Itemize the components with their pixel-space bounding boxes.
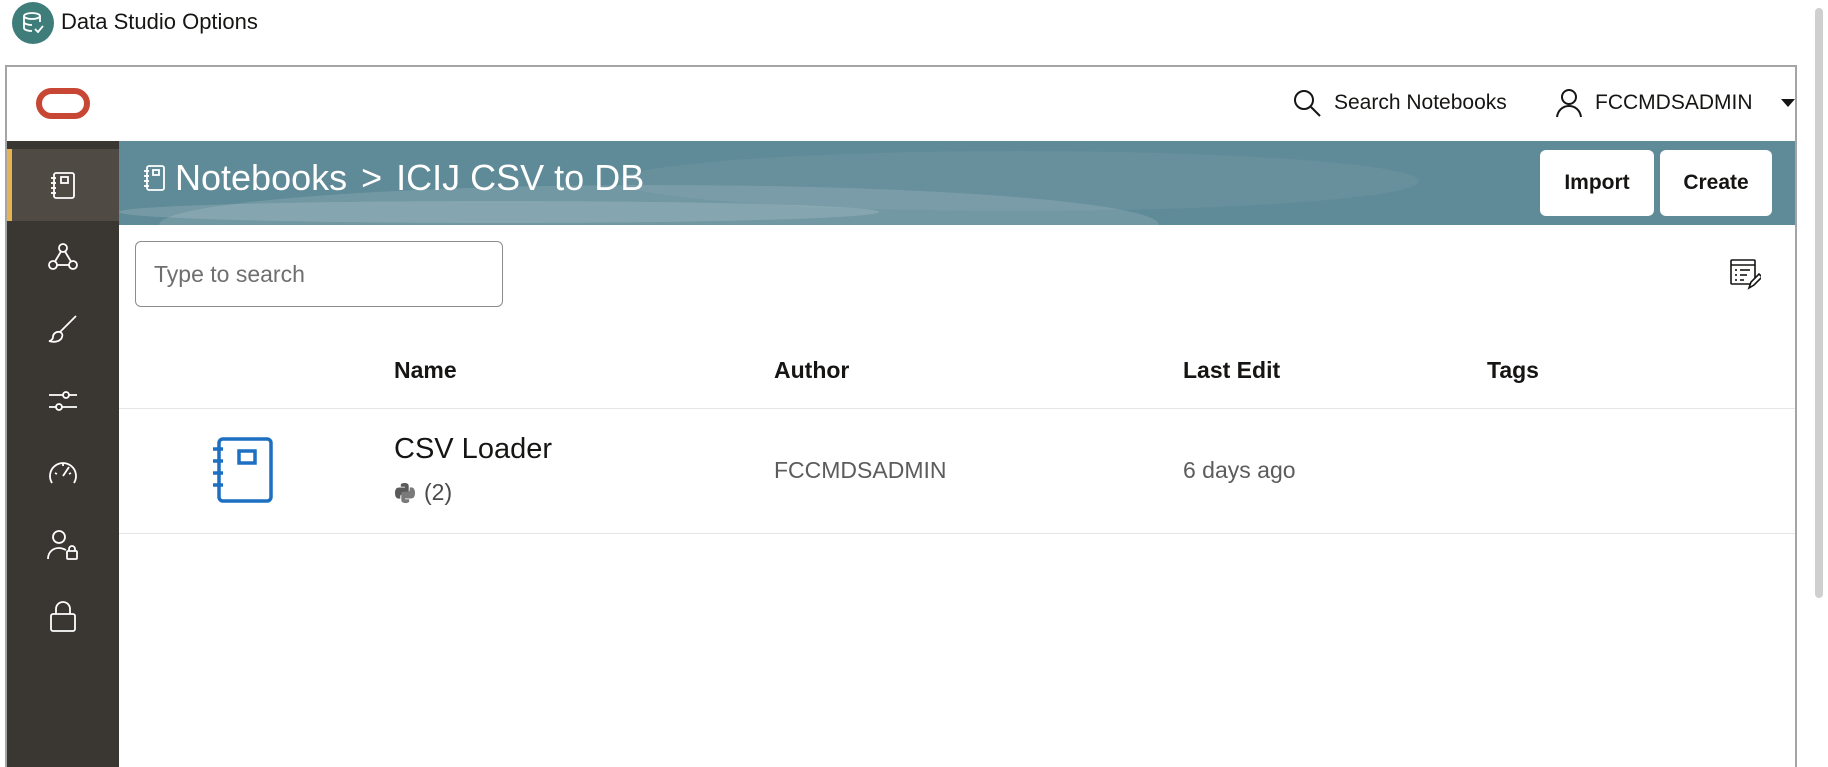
database-check-icon [12, 2, 54, 44]
scrollbar-thumb[interactable] [1815, 8, 1823, 598]
sidebar-item-dashboard[interactable] [7, 437, 119, 509]
top-bar: Search Notebooks FCCMDSADMIN [7, 67, 1795, 141]
graph-nodes-icon [48, 243, 78, 270]
search-notebooks-label: Search Notebooks [1334, 91, 1507, 114]
search-notebooks-button[interactable]: Search Notebooks [1292, 87, 1507, 119]
user-menu[interactable]: FCCMDSADMIN [1555, 87, 1795, 119]
create-button[interactable]: Create [1660, 150, 1772, 216]
breadcrumb-current: ICIJ CSV to DB [396, 157, 645, 198]
brush-icon [48, 315, 77, 343]
import-button[interactable]: Import [1540, 150, 1654, 216]
user-icon [1556, 89, 1582, 118]
app-title: Data Studio Options [61, 9, 258, 34]
sliders-icon [49, 391, 77, 411]
column-header-author[interactable]: Author [774, 357, 849, 384]
search-icon [1294, 90, 1321, 117]
lock-icon [50, 601, 76, 632]
notebook-meta: (2) [394, 479, 452, 506]
row-divider [119, 533, 1795, 534]
search-input[interactable] [135, 241, 503, 307]
user-name: FCCMDSADMIN [1595, 91, 1753, 114]
sidebar-item-security[interactable] [7, 581, 119, 653]
notebook-author: FCCMDSADMIN [774, 457, 947, 483]
chevron-down-icon[interactable] [1780, 99, 1795, 107]
sidebar-item-notebooks[interactable] [7, 149, 119, 221]
column-header-name[interactable]: Name [394, 357, 457, 384]
list-edit-view-icon[interactable] [1729, 257, 1761, 291]
breadcrumb-root[interactable]: Notebooks [175, 157, 347, 199]
notebook-last-edit: 6 days ago [1183, 457, 1296, 483]
breadcrumb-separator: > [361, 157, 383, 198]
sidebar-item-graph[interactable] [7, 221, 119, 293]
user-lock-icon [47, 530, 78, 560]
column-header-tags[interactable]: Tags [1487, 357, 1539, 384]
python-icon [395, 482, 415, 503]
row-divider [119, 408, 1795, 409]
sidebar-item-paint[interactable] [7, 293, 119, 365]
side-navigation [7, 141, 119, 767]
app-title-bar: Data Studio Options [0, 0, 1828, 44]
paragraph-count: (2) [424, 479, 453, 505]
breadcrumb: Notebooks > ICIJ CSV to DB [141, 157, 644, 199]
notebook-icon [51, 172, 75, 199]
sidebar-item-users[interactable] [7, 509, 119, 581]
notebook-name[interactable]: CSV Loader [394, 433, 552, 466]
column-header-last-edit[interactable]: Last Edit [1183, 357, 1280, 384]
notebook-window: Search Notebooks FCCMDSADMIN Notebooks >… [5, 65, 1797, 767]
oracle-logo[interactable] [36, 88, 90, 119]
gauge-icon [49, 462, 77, 484]
notebook-icon [144, 165, 165, 191]
notebook-icon[interactable] [211, 435, 275, 505]
sidebar-item-settings[interactable] [7, 365, 119, 437]
page-header-banner: Notebooks > ICIJ CSV to DB Import Create [119, 141, 1795, 225]
